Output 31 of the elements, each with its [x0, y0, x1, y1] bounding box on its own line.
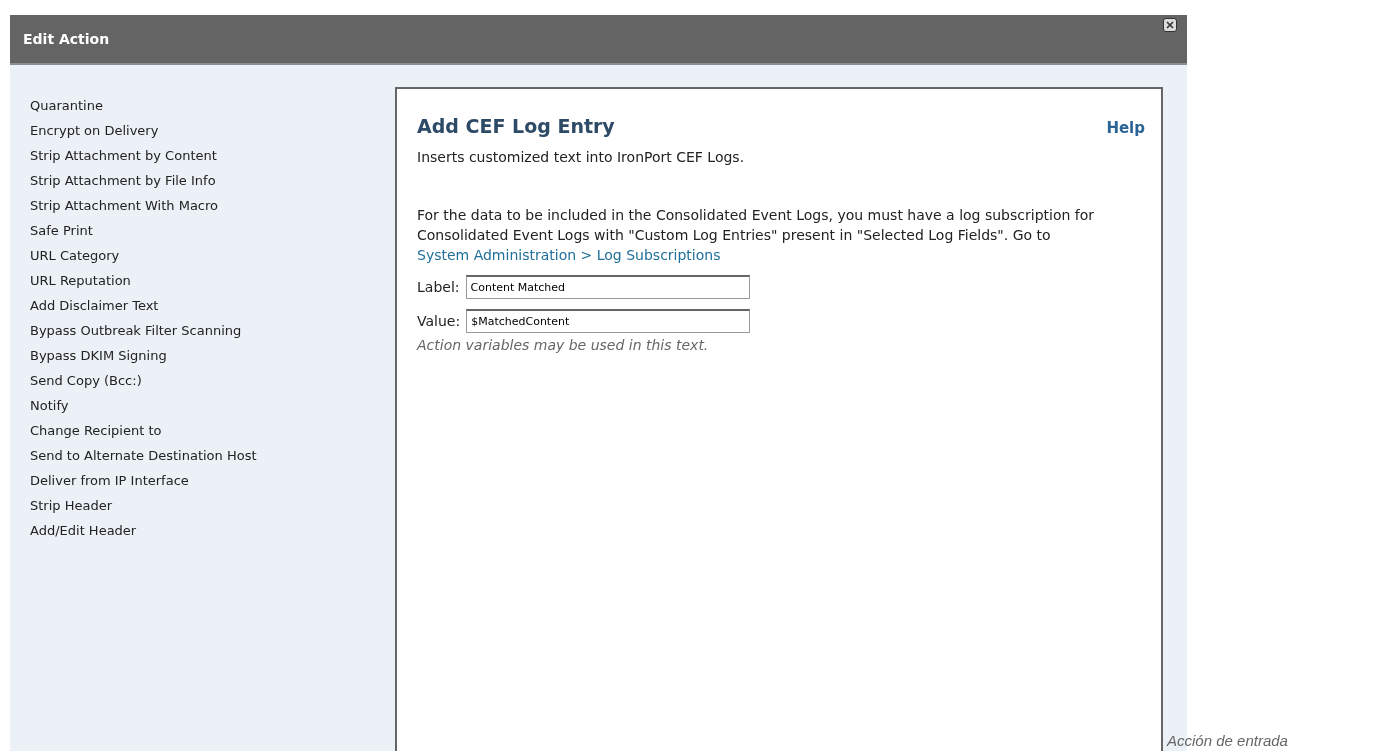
caption-text: Acción de entrada — [1167, 732, 1288, 749]
action-link[interactable]: Strip Attachment by File Info — [30, 172, 216, 197]
action-link[interactable]: Add Disclaimer Text — [30, 297, 159, 322]
action-link[interactable]: Add/Edit Header — [30, 522, 137, 547]
note-text: For the data to be included in the Consolidated Event Logs, you must have a log subscription for Consolidated Event Logs with "Custom Log Entries" present in "Selected Log Fields". Go to System Administration > Log Subscriptions — [417, 206, 1096, 265]
action-link[interactable]: Change Recipient to — [30, 422, 162, 447]
action-link[interactable]: Safe Print — [30, 222, 93, 247]
action-link[interactable]: Strip Attachment With Macro — [30, 197, 219, 222]
dialog-title: Edit Action — [23, 31, 110, 47]
hint-text: Action variables may be used in this text. — [417, 337, 710, 353]
help-link[interactable]: Help — [1106, 119, 1145, 137]
action-link[interactable]: Bypass Outbreak Filter Scanning — [30, 322, 242, 347]
panel-title: Add CEF Log Entry — [417, 115, 615, 137]
close-button[interactable] — [1163, 18, 1177, 32]
action-link[interactable]: URL Reputation — [30, 272, 131, 297]
input-field[interactable]: $MatchedContent — [466, 309, 751, 333]
action-link[interactable]: URL Category — [30, 247, 120, 272]
field-label: Label: — [417, 279, 460, 295]
action-link[interactable]: Notify — [30, 397, 69, 422]
action-link[interactable]: Send to Alternate Destination Host — [30, 447, 257, 472]
action-link[interactable]: Strip Header — [30, 497, 113, 522]
description-text: Inserts customized text into IronPort CEF Logs. — [417, 148, 746, 167]
log-subscriptions-link[interactable]: System Administration > Log Subscriptions — [417, 247, 721, 263]
action-link[interactable]: Encrypt on Delivery — [30, 122, 159, 147]
field-label: Value: — [417, 313, 461, 329]
action-link[interactable]: Bypass DKIM Signing — [30, 347, 167, 372]
input-field[interactable]: Content Matched — [465, 275, 750, 299]
action-link[interactable]: Quarantine — [30, 97, 103, 122]
action-link[interactable]: Deliver from IP Interface — [30, 472, 189, 497]
action-link[interactable]: Strip Attachment by Content — [30, 147, 217, 172]
action-link[interactable]: Send Copy (Bcc:) — [30, 372, 142, 397]
